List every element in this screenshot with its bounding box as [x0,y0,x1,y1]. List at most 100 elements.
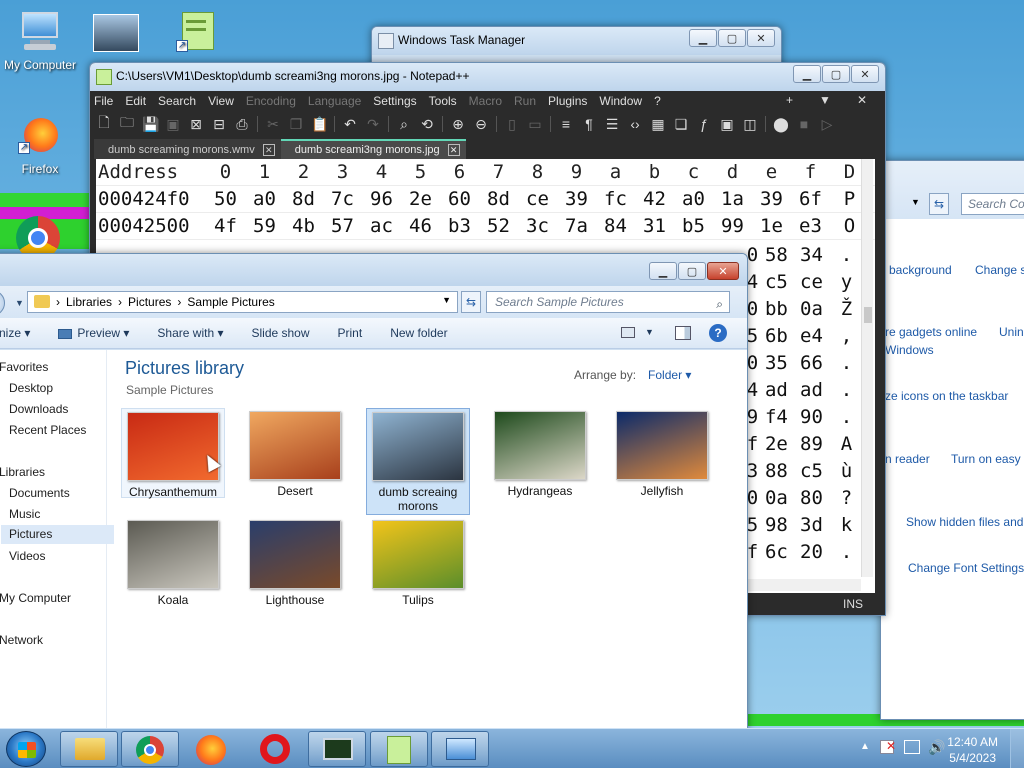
hex-byte-cell[interactable]: 1a [713,188,752,210]
menu-edit[interactable]: Edit [125,94,146,108]
hex-byte-cell[interactable]: 52 [479,215,518,237]
xml-tag-icon[interactable]: ‹› [627,116,643,132]
cp-link-background[interactable]: background [889,263,952,277]
hex-byte-cell[interactable]: A [829,433,864,455]
minimize-button[interactable]: ▁ [649,262,677,280]
menu-macro[interactable]: Macro [469,94,502,108]
breadcrumb-libraries[interactable]: Libraries [66,295,112,309]
picture-jellyfish[interactable]: Jellyfish [610,408,714,498]
search-input[interactable]: Search Sample Pictures ⌕ [486,291,730,313]
hex-byte-cell[interactable]: 0a [759,487,794,509]
hex-byte-cell[interactable]: 46 [401,215,440,237]
notepad-titlebar[interactable]: C:\Users\VM1\Desktop\dumb screami3ng mor… [90,63,885,91]
hex-byte-cell[interactable]: 2e [759,433,794,455]
stop-macro-icon[interactable]: ■ [796,116,812,132]
hex-byte-cell[interactable]: 59 [245,215,284,237]
cp-link-font-settings[interactable]: Change Font Settings [908,561,1024,575]
play-macro-icon[interactable]: ▷ [819,116,835,133]
breadcrumb[interactable]: › Libraries › Pictures › Sample Pictures… [27,291,458,313]
menu-plugins[interactable]: Plugins [548,94,587,108]
hex-byte-cell[interactable]: c5 [759,271,794,293]
hex-vertical-scrollbar[interactable] [861,159,873,577]
record-macro-icon[interactable]: ⬤ [773,116,789,133]
hex-row[interactable]: 00042500 4f 59 4b 57 ac 46 b3 52 3c 7a 84 31 b5 99 1e e3… [96,213,875,240]
hex-byte-cell[interactable]: 80 [794,487,829,509]
menu-help[interactable]: ? [654,94,661,108]
close-doc-button[interactable]: ✕ [857,93,867,107]
hex-row-partial[interactable]: 5 6b e4, [746,322,864,349]
hex-byte-cell[interactable]: ce [794,271,829,293]
arrange-folder-dropdown[interactable]: Folder ▾ [648,368,691,382]
start-button[interactable] [6,731,46,767]
maximize-button[interactable]: ▢ [678,262,706,280]
hex-byte-cell[interactable]: 90 [794,406,829,428]
hex-row[interactable]: 000424f0 50 a0 8d 7c 96 2e 60 8d ce 39 fc 42 a0 1a 39 6f… [96,186,875,213]
hex-byte-cell[interactable]: , [829,325,864,347]
hex-byte-cell[interactable]: b5 [674,215,713,237]
hex-byte-cell[interactable]: 60 [440,188,479,210]
hex-byte-cell[interactable]: ? [829,487,864,509]
hex-row-partial[interactable]: 0 35 66. [746,349,864,376]
hex-row-partial[interactable]: 9 f4 90. [746,403,864,430]
hex-address-cell[interactable]: 00042500 [96,215,206,237]
show-hidden-icons-icon[interactable]: ▲ [860,741,870,752]
nav-favorites[interactable]: Favorites [0,360,48,374]
close-all-icon[interactable]: ⊟ [211,116,227,133]
hex-byte-cell[interactable]: a0 [245,188,284,210]
close-tab-icon[interactable]: ✕ [262,144,275,156]
close-button[interactable]: ✕ [707,262,739,280]
function-list-icon[interactable]: ƒ [696,116,712,132]
sync-vertical-icon[interactable]: ▯ [504,116,520,133]
explorer-window[interactable]: ▁ ▢ ✕ ▼ › Libraries › Pictures › Sample … [0,253,748,731]
show-all-chars-icon[interactable]: ¶ [581,116,597,132]
indent-guide-icon[interactable]: ☰ [604,116,620,133]
picture-dumb-screaing-morons[interactable]: dumb screaing morons [366,408,470,515]
hex-byte-cell[interactable]: 3c [518,215,557,237]
taskbar-explorer-button[interactable] [60,731,118,767]
hex-byte-cell[interactable]: 2e [401,188,440,210]
hex-byte-cell[interactable]: y [829,271,864,293]
taskbar-task-manager-button[interactable] [308,731,366,767]
desktop-icon-my-computer[interactable]: My Computer [0,10,80,72]
menu-search[interactable]: Search [158,94,196,108]
zoom-out-icon[interactable]: ⊖ [473,116,489,133]
hex-byte-cell[interactable]: ad [759,379,794,401]
nav-my-computer[interactable]: My Computer [0,591,71,605]
hex-byte-cell[interactable]: 34 [794,244,829,266]
hex-byte-cell[interactable]: 3d [794,514,829,536]
word-wrap-icon[interactable]: ≡ [558,116,574,132]
sync-horizontal-icon[interactable]: ▭ [527,116,543,133]
taskbar-chrome-button[interactable] [121,731,179,767]
cp-link-uninstall[interactable]: Unin [999,325,1024,339]
taskbar-firefox-button[interactable] [196,735,226,765]
menu-language[interactable]: Language [308,94,361,108]
menu-encoding[interactable]: Encoding [246,94,296,108]
hex-byte-cell[interactable]: 1e [752,215,791,237]
menu-settings[interactable]: Settings [373,94,416,108]
new-file-icon[interactable]: 🗋 [96,112,112,136]
nav-libraries[interactable]: Libraries [0,465,45,479]
breadcrumb-pictures[interactable]: Pictures [128,295,171,309]
back-button[interactable] [0,290,5,316]
tab-list-button[interactable]: ▼ [819,93,831,107]
desktop-icon-firefox[interactable]: ↗ Firefox [0,114,80,176]
hex-byte-cell[interactable]: . [829,352,864,374]
hex-row-partial[interactable]: 0 bb 0a Ž [746,295,864,322]
taskbar-opera-button[interactable] [260,734,290,764]
hex-row-partial[interactable]: 0 58 34. [746,241,864,268]
undo-icon[interactable]: ↶ [342,116,358,133]
address-dropdown-icon[interactable]: ▼ [442,295,451,305]
hex-horizontal-scrollbar[interactable] [747,579,861,591]
hex-byte-cell[interactable]: 7a [557,215,596,237]
hex-address-cell[interactable]: 000424f0 [96,188,206,210]
replace-icon[interactable]: ⟲ [419,116,435,133]
hex-byte-cell[interactable]: 39 [557,188,596,210]
hex-byte-cell[interactable]: 98 [759,514,794,536]
picture-koala[interactable]: Koala [121,517,225,607]
find-icon[interactable]: ⌕ [396,116,412,133]
control-panel-window[interactable]: ▼ ⇆ Search Con background Change s re ga… [880,160,1024,720]
hex-byte-cell[interactable]: 6b [759,325,794,347]
hex-byte-cell[interactable]: e4 [794,325,829,347]
hex-byte-cell[interactable]: c5 [794,460,829,482]
hex-byte-cell[interactable]: 6f [791,188,830,210]
